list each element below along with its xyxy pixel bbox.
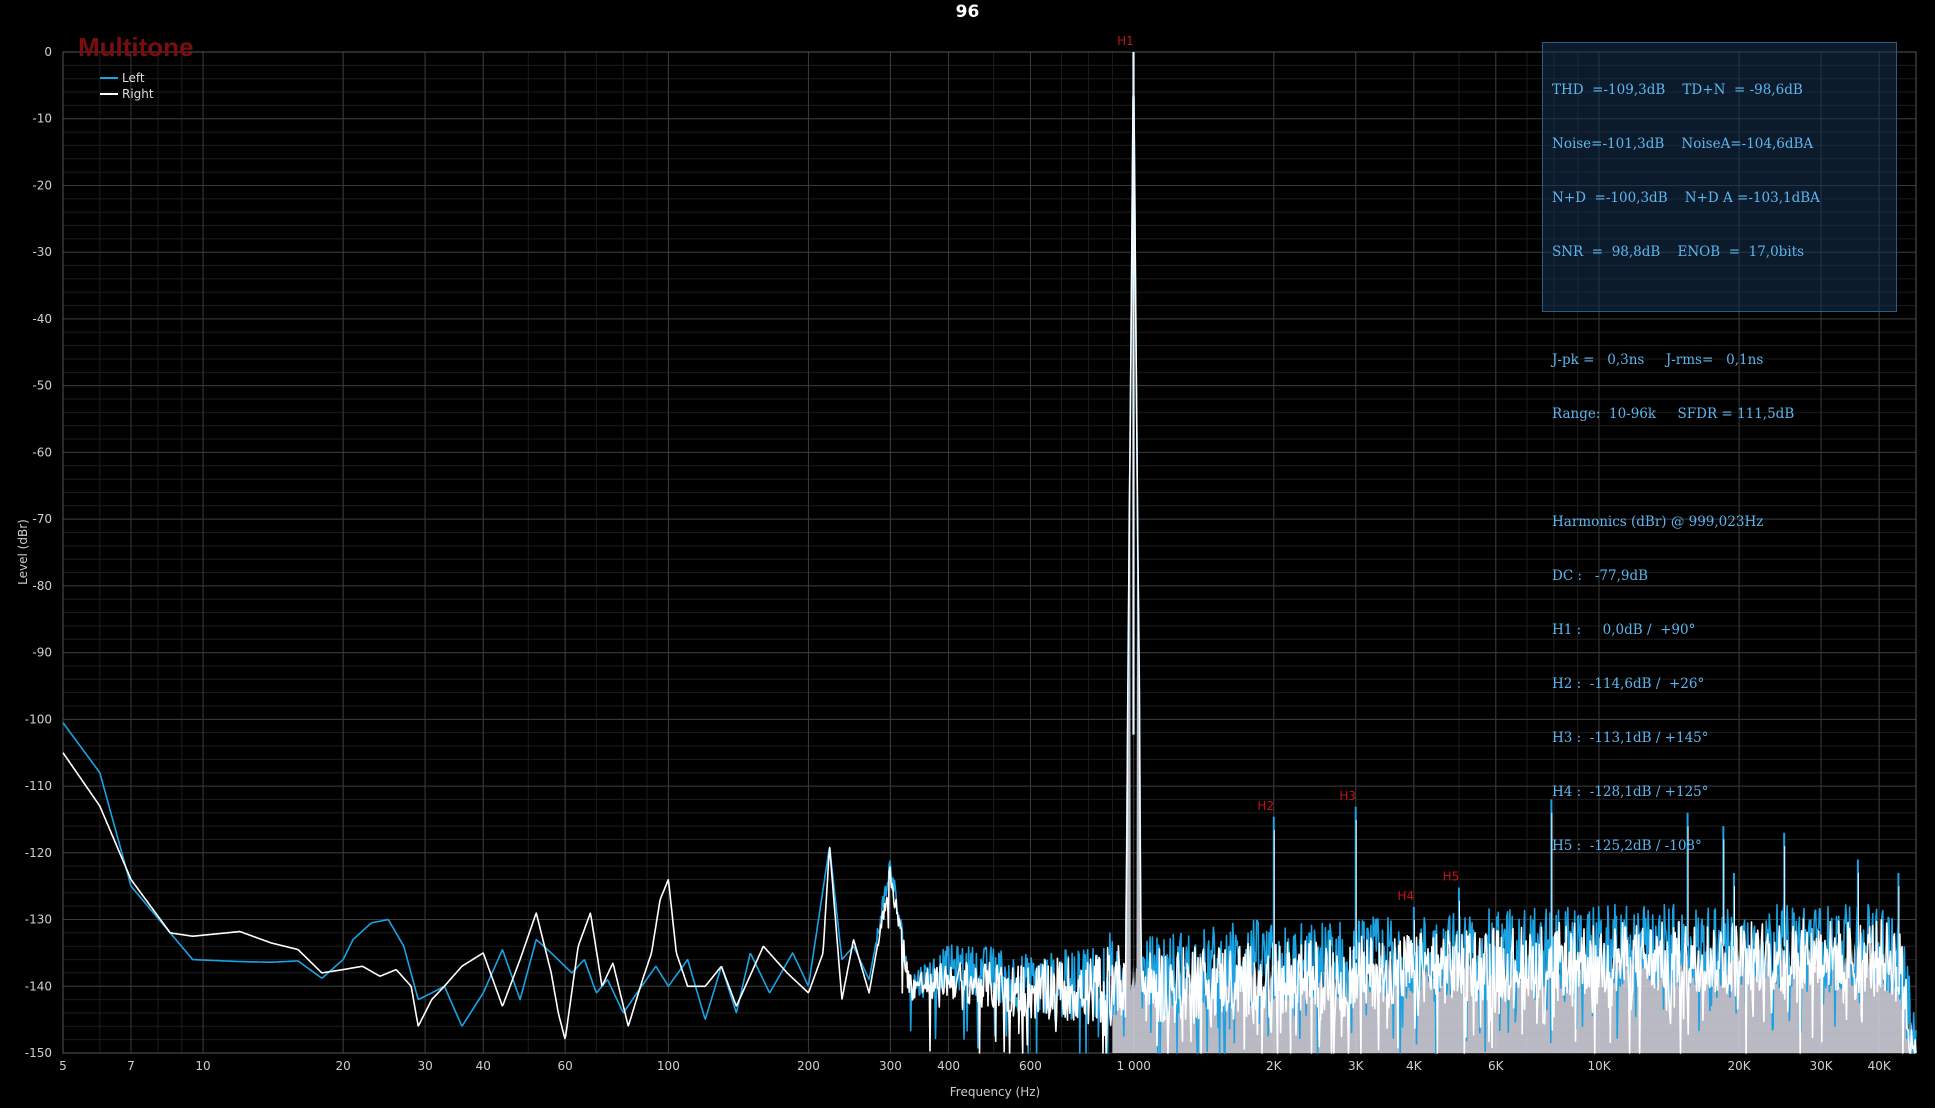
- x-tick-label: 600: [1019, 1059, 1042, 1073]
- x-tick-label: 4K: [1406, 1059, 1423, 1073]
- y-tick-label: -10: [32, 112, 52, 126]
- y-tick-label: -80: [32, 579, 52, 593]
- x-tick-label: 40K: [1868, 1059, 1892, 1073]
- harmonic-label: H3: [1339, 789, 1356, 803]
- x-tick-label: 300: [879, 1059, 902, 1073]
- x-tick-label: 10: [195, 1059, 210, 1073]
- y-tick-label: -120: [25, 846, 52, 860]
- y-tick-label: 0: [44, 45, 52, 59]
- stats-spacer: [1552, 459, 1887, 477]
- legend: Left Right: [100, 70, 154, 102]
- y-tick-label: -60: [32, 445, 52, 459]
- stats-line: Harmonics (dBr) @ 999,023Hz: [1552, 514, 1764, 530]
- stats-line: DC : -77,9dB: [1552, 568, 1649, 584]
- stats-line: Noise=-101,3dB NoiseA=-104,6dBA: [1552, 136, 1814, 152]
- legend-label-left: Left: [122, 71, 145, 85]
- x-tick-label: 400: [937, 1059, 960, 1073]
- x-tick-label: 60: [558, 1059, 573, 1073]
- y-tick-label: -30: [32, 245, 52, 259]
- y-tick-label: -20: [32, 178, 52, 192]
- x-tick-label: 3K: [1348, 1059, 1365, 1073]
- legend-label-right: Right: [122, 87, 154, 101]
- y-tick-label: -100: [25, 712, 52, 726]
- stats-line: H4 : -128,1dB / +125°: [1552, 784, 1709, 800]
- y-axis-label: Level (dBr): [15, 519, 30, 585]
- y-tick-label: -50: [32, 379, 52, 393]
- x-tick-label: 2K: [1266, 1059, 1283, 1073]
- legend-item-right: Right: [100, 86, 154, 102]
- legend-swatch-left: [100, 77, 118, 79]
- harmonic-label: H2: [1257, 799, 1274, 813]
- x-tick-label: 20: [336, 1059, 351, 1073]
- stats-line: Range: 10-96k SFDR = 111,5dB: [1552, 406, 1795, 422]
- x-tick-label: 6K: [1488, 1059, 1505, 1073]
- harmonic-label: H4: [1398, 889, 1415, 903]
- x-tick-label: 30K: [1809, 1059, 1833, 1073]
- x-tick-label: 10K: [1587, 1059, 1611, 1073]
- chart-title: 96: [955, 2, 980, 22]
- harmonic-label: H1: [1117, 34, 1134, 48]
- x-tick-label: 40: [476, 1059, 491, 1073]
- y-tick-label: -90: [32, 646, 52, 660]
- legend-item-left: Left: [100, 70, 154, 86]
- stats-line: H5 : -125,2dB / -108°: [1552, 838, 1702, 854]
- stats-line: SNR = 98,8dB ENOB = 17,0bits: [1552, 244, 1804, 260]
- harmonic-label: H5: [1443, 870, 1460, 884]
- x-axis-label: Frequency (Hz): [949, 1085, 1041, 1099]
- y-tick-label: -110: [25, 779, 52, 793]
- x-tick-label: 200: [797, 1059, 820, 1073]
- stats-line: N+D =-100,3dB N+D A =-103,1dBA: [1552, 190, 1820, 206]
- stats-line: H1 : 0,0dB / +90°: [1552, 622, 1696, 638]
- y-tick-label: -140: [25, 979, 52, 993]
- stats-line: H2 : -114,6dB / +26°: [1552, 676, 1705, 692]
- stats-line: J-pk = 0,3ns J-rms= 0,1ns: [1552, 352, 1764, 368]
- legend-swatch-right: [100, 93, 118, 95]
- stats-line: THD =-109,3dB TD+N = -98,6dB: [1552, 82, 1803, 98]
- y-tick-label: -40: [32, 312, 52, 326]
- x-tick-label: 100: [657, 1059, 680, 1073]
- x-tick-label: 7: [127, 1059, 135, 1073]
- y-tick-label: -130: [25, 913, 52, 927]
- y-tick-label: -70: [32, 512, 52, 526]
- stats-line: H3 : -113,1dB / +145°: [1552, 730, 1709, 746]
- x-tick-label: 1 000: [1117, 1059, 1151, 1073]
- stats-panel: THD =-109,3dB TD+N = -98,6dB Noise=-101,…: [1542, 42, 1897, 854]
- x-tick-label: 30: [417, 1059, 432, 1073]
- x-tick-label: 20K: [1728, 1059, 1752, 1073]
- x-tick-label: 5: [59, 1059, 67, 1073]
- brand-logo: Multitone: [78, 32, 194, 62]
- stats-spacer: [1552, 297, 1887, 315]
- y-tick-label: -150: [25, 1046, 52, 1060]
